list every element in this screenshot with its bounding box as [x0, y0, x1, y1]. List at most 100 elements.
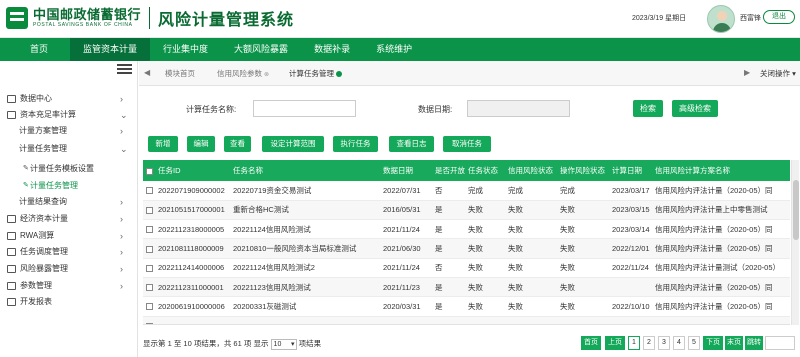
table-cell: 2021/11/24	[380, 219, 432, 240]
table-cell: 信用风险内评法计量上中零售测试	[652, 200, 790, 221]
first-page-button[interactable]: 首页	[581, 336, 601, 350]
data-date-label: 数据日期:	[418, 105, 453, 114]
row-checkbox[interactable]	[143, 200, 155, 221]
table-row[interactable]: 2021051517000001 重新合格HC测试 2016/05/31 是失败 失败失…	[143, 200, 790, 221]
page-3-button[interactable]: 3	[658, 336, 670, 350]
page-5-button[interactable]: 5	[688, 336, 700, 350]
table-row[interactable]	[143, 316, 790, 324]
sidebar-item-task-scheduling[interactable]: 任务调度管理 ›	[0, 245, 137, 259]
tab-scroll-right-icon[interactable]: ▶	[744, 68, 750, 77]
data-date-input[interactable]	[467, 100, 570, 117]
column-header[interactable]: 任务ID	[155, 160, 230, 181]
page-1-button[interactable]: 1	[628, 336, 640, 350]
table-row[interactable]: 2022112414000006 20221124信用风险测试2 2021/11/2…	[143, 258, 790, 278]
task-name-input[interactable]	[253, 100, 356, 117]
sidebar-item-task-management[interactable]: ✎ 计量任务管理	[0, 179, 137, 193]
nav-industry-concentration[interactable]: 行业集中度	[150, 38, 221, 61]
nav-capital-measurement[interactable]: 监管资本计量	[70, 38, 151, 61]
column-header[interactable]: 数据日期	[380, 160, 432, 181]
column-header[interactable]: 任务状态	[465, 160, 505, 181]
add-button[interactable]: 新增	[148, 136, 178, 152]
table-cell: 2021081118000009	[155, 238, 230, 259]
calculator-icon	[7, 111, 16, 119]
jump-button[interactable]: 跳转	[745, 336, 763, 350]
row-checkbox[interactable]	[143, 181, 155, 201]
logout-button[interactable]: 退出	[763, 10, 795, 24]
nav-system-maintenance[interactable]: 系统维护	[363, 38, 425, 61]
sidebar-item-parameters[interactable]: 参数管理 ›	[0, 279, 137, 293]
table-cell: 2021051517000001	[155, 200, 230, 221]
sidebar-item-scheme-management[interactable]: 计量方案管理 ›	[0, 124, 137, 138]
table-cell: 2022/07/31	[380, 181, 432, 201]
page-jump-input[interactable]	[765, 336, 795, 350]
table-row[interactable]: 2022112311000001 20221123信用风险测试 2021/11/23…	[143, 277, 790, 298]
advanced-search-button[interactable]: 高级检索	[672, 100, 718, 117]
set-scope-button[interactable]: 设定计算范围	[262, 136, 324, 152]
prev-page-button[interactable]: 上页	[605, 336, 625, 350]
table-cell: 完成	[465, 181, 505, 201]
row-checkbox[interactable]	[143, 316, 155, 324]
row-checkbox[interactable]	[143, 277, 155, 298]
view-button[interactable]: 查看	[224, 136, 251, 152]
sidebar-item-reports[interactable]: 开发报表	[0, 295, 137, 309]
search-button[interactable]: 检索	[633, 100, 663, 117]
tab-task-management[interactable]: 计算任务管理	[289, 68, 342, 79]
sidebar-item-task-management-group[interactable]: 计量任务管理 ⌄	[0, 142, 137, 156]
close-operations-menu[interactable]: 关闭操作 ▾	[760, 68, 796, 79]
sidebar-item-data-center[interactable]: 数据中心 ›	[0, 92, 137, 106]
bank-logo: 中国邮政储蓄银行 POSTAL SAVINGS BANK OF CHINA 风险…	[6, 6, 294, 30]
sidebar: 数据中心 › 资本充足率计算 ⌄ 计量方案管理 › 计量任务管理 ⌄ ✎ 计量任…	[0, 61, 138, 357]
tab-scroll-left-icon[interactable]: ◀	[144, 68, 150, 77]
page-size-select[interactable]: 10	[270, 338, 297, 350]
table-cell: 是	[432, 238, 465, 259]
sidebar-item-rwa[interactable]: RWA测算 ›	[0, 229, 137, 243]
sidebar-collapse-icon[interactable]	[117, 64, 132, 75]
column-header[interactable]: 任务名称	[230, 160, 380, 181]
tab-module-home[interactable]: 模块首页	[165, 68, 195, 79]
execute-task-button[interactable]: 执行任务	[333, 136, 378, 152]
column-header[interactable]: 是否开放	[432, 160, 465, 181]
column-header[interactable]: 信用风险状态	[505, 160, 557, 181]
row-checkbox[interactable]	[143, 296, 155, 317]
page-2-button[interactable]: 2	[643, 336, 655, 350]
sidebar-item-capital-adequacy[interactable]: 资本充足率计算 ⌄	[0, 108, 137, 122]
column-header[interactable]: 计算日期	[609, 160, 652, 181]
close-icon[interactable]: ⊗	[264, 72, 269, 78]
sidebar-item-task-template[interactable]: ✎ 计量任务模板设置	[0, 162, 137, 176]
active-tab-dot-icon	[336, 71, 342, 78]
row-checkbox[interactable]	[143, 219, 155, 240]
summary-text: 显示第 1 至 10 项结果，共 61 项 显示	[143, 339, 269, 348]
bank-logo-icon	[6, 7, 28, 29]
nav-large-exposure[interactable]: 大额风险暴露	[221, 38, 301, 61]
column-header[interactable]: 信用风险计算方案名称	[652, 160, 790, 181]
user-avatar[interactable]	[707, 5, 735, 33]
scrollbar-thumb[interactable]	[793, 180, 799, 240]
row-checkbox[interactable]	[143, 258, 155, 278]
tab-credit-risk-params[interactable]: 信用风险参数 ⊗	[217, 68, 269, 79]
table-cell: 完成	[557, 181, 609, 201]
next-page-button[interactable]: 下页	[703, 336, 723, 350]
sidebar-item-result-query[interactable]: 计量结果查询 ›	[0, 195, 137, 209]
edit-button[interactable]: 编辑	[187, 136, 215, 152]
table-cell: 是	[432, 277, 465, 298]
table-row[interactable]: 2021081118000009 20210810一般风险资本当局标准测试 2021…	[143, 238, 790, 259]
row-checkbox[interactable]	[143, 238, 155, 259]
page-4-button[interactable]: 4	[673, 336, 685, 350]
sidebar-item-risk-exposure[interactable]: 风险暴露管理 ›	[0, 262, 137, 276]
view-log-button[interactable]: 查看日志	[389, 136, 434, 152]
table-row[interactable]: 2022071909000002 20220719资金交易测试 2022/07/31…	[143, 181, 790, 201]
table-scrollbar[interactable]	[791, 160, 799, 325]
nav-home[interactable]: 首页	[0, 38, 70, 61]
cancel-task-button[interactable]: 取消任务	[443, 136, 491, 152]
select-all-checkbox[interactable]	[143, 160, 155, 181]
table-row[interactable]: 2022112318000005 20221124信用风险测试 2021/11/24…	[143, 219, 790, 240]
table-cell: 2023/03/14	[609, 219, 652, 240]
last-page-button[interactable]: 末页	[725, 336, 743, 350]
nav-data-supplement[interactable]: 数据补录	[301, 38, 363, 61]
sidebar-item-economic-capital[interactable]: 经济资本计量 ›	[0, 212, 137, 226]
column-header[interactable]: 操作风险状态	[557, 160, 609, 181]
task-table: 任务ID 任务名称 数据日期 是否开放 任务状态 信用风险状态 操作风险状态 计…	[143, 160, 790, 325]
table-cell: 20221124信用风险测试	[230, 219, 380, 240]
table-row[interactable]: 2020061910000006 20200331灰磁测试 2020/03/31 是失…	[143, 296, 790, 317]
sidebar-item-label: 经济资本计量	[20, 214, 68, 223]
